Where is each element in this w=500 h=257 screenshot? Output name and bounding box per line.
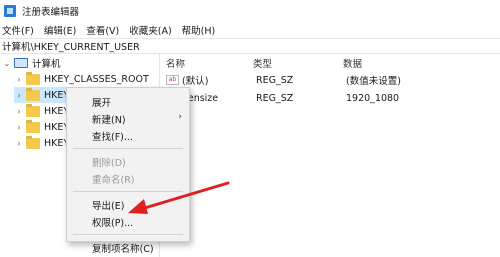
- menu-item-new[interactable]: 新建(N) ›: [67, 110, 189, 127]
- folder-icon: [26, 135, 40, 149]
- menu-item-export[interactable]: 导出(E): [67, 196, 189, 213]
- tree-item-hkcr[interactable]: › HKEY_CLASSES_ROOT: [14, 71, 160, 87]
- chevron-right-icon[interactable]: ›: [14, 107, 24, 116]
- list-item[interactable]: ab eensize REG_SZ 1920_1080: [166, 90, 496, 106]
- menu-favorites[interactable]: 收藏夹(A): [129, 23, 171, 37]
- menu-bar: 文件(F) 编辑(E) 查看(V) 收藏夹(A) 帮助(H): [0, 22, 500, 38]
- value-type: REG_SZ: [256, 74, 294, 86]
- value-data: 1920_1080: [346, 92, 400, 104]
- menu-item-copy-key-name[interactable]: 复制项名称(C): [67, 239, 189, 256]
- values-pane: 名称 类型 数据 ab (默认) REG_SZ (数值未设置) ab eensi…: [161, 54, 500, 257]
- value-name: (默认): [182, 76, 209, 87]
- column-header-type[interactable]: 类型: [253, 56, 272, 70]
- menu-item-label: 重命名(R): [92, 174, 135, 186]
- menu-item-label: 新建(N): [92, 114, 126, 126]
- tree-item-computer[interactable]: ⌄ 计算机: [2, 55, 160, 71]
- tree-item-label: HKEY_CLASSES_ROOT: [44, 73, 149, 85]
- menu-file[interactable]: 文件(F): [2, 23, 34, 37]
- folder-icon: [26, 71, 40, 85]
- list-item[interactable]: ab (默认) REG_SZ (数值未设置): [166, 72, 496, 88]
- menu-item-label: 删除(D): [92, 157, 126, 169]
- menu-view[interactable]: 查看(V): [86, 23, 119, 37]
- menu-separator: [73, 234, 183, 235]
- chevron-down-icon[interactable]: ⌄: [2, 59, 12, 68]
- column-header-data[interactable]: 数据: [343, 56, 362, 70]
- address-bar[interactable]: 计算机\HKEY_CURRENT_USER: [0, 38, 500, 54]
- window-title: 注册表编辑器: [22, 7, 80, 18]
- value-data: (数值未设置): [346, 76, 401, 87]
- folder-icon: [26, 103, 40, 117]
- context-menu: 展开 新建(N) › 查找(F)... 删除(D) 重命名(R) 导出(E) 权…: [66, 87, 190, 255]
- chevron-right-icon[interactable]: ›: [14, 75, 24, 84]
- menu-item-delete: 删除(D): [67, 153, 189, 170]
- value-type: REG_SZ: [256, 92, 294, 104]
- column-header-name[interactable]: 名称: [166, 56, 185, 70]
- menu-item-expand[interactable]: 展开: [67, 93, 189, 110]
- menu-help[interactable]: 帮助(H): [182, 23, 216, 37]
- menu-separator: [73, 148, 183, 149]
- title-bar: 注册表编辑器: [0, 0, 500, 22]
- menu-item-label: 权限(P)...: [92, 217, 134, 229]
- chevron-right-icon[interactable]: ›: [14, 91, 24, 100]
- registry-editor-icon: [4, 5, 16, 17]
- folder-icon: [26, 87, 40, 101]
- string-value-icon: ab: [166, 75, 179, 85]
- computer-icon: [14, 58, 28, 68]
- chevron-right-icon: ›: [178, 112, 182, 122]
- menu-separator: [73, 191, 183, 192]
- value-name: eensize: [182, 92, 219, 104]
- folder-icon: [26, 119, 40, 133]
- menu-item-label: 复制项名称(C): [92, 243, 154, 255]
- menu-item-permissions[interactable]: 权限(P)...: [67, 213, 189, 230]
- address-path: 计算机\HKEY_CURRENT_USER: [2, 42, 140, 53]
- tree-item-label: 计算机: [32, 59, 61, 70]
- menu-item-rename: 重命名(R): [67, 170, 189, 187]
- menu-item-label: 展开: [92, 97, 112, 109]
- menu-edit[interactable]: 编辑(E): [44, 23, 76, 37]
- chevron-right-icon[interactable]: ›: [14, 139, 24, 148]
- menu-item-label: 查找(F)...: [92, 131, 133, 143]
- menu-item-find[interactable]: 查找(F)...: [67, 127, 189, 144]
- menu-item-label: 导出(E): [92, 200, 125, 212]
- chevron-right-icon[interactable]: ›: [14, 123, 24, 132]
